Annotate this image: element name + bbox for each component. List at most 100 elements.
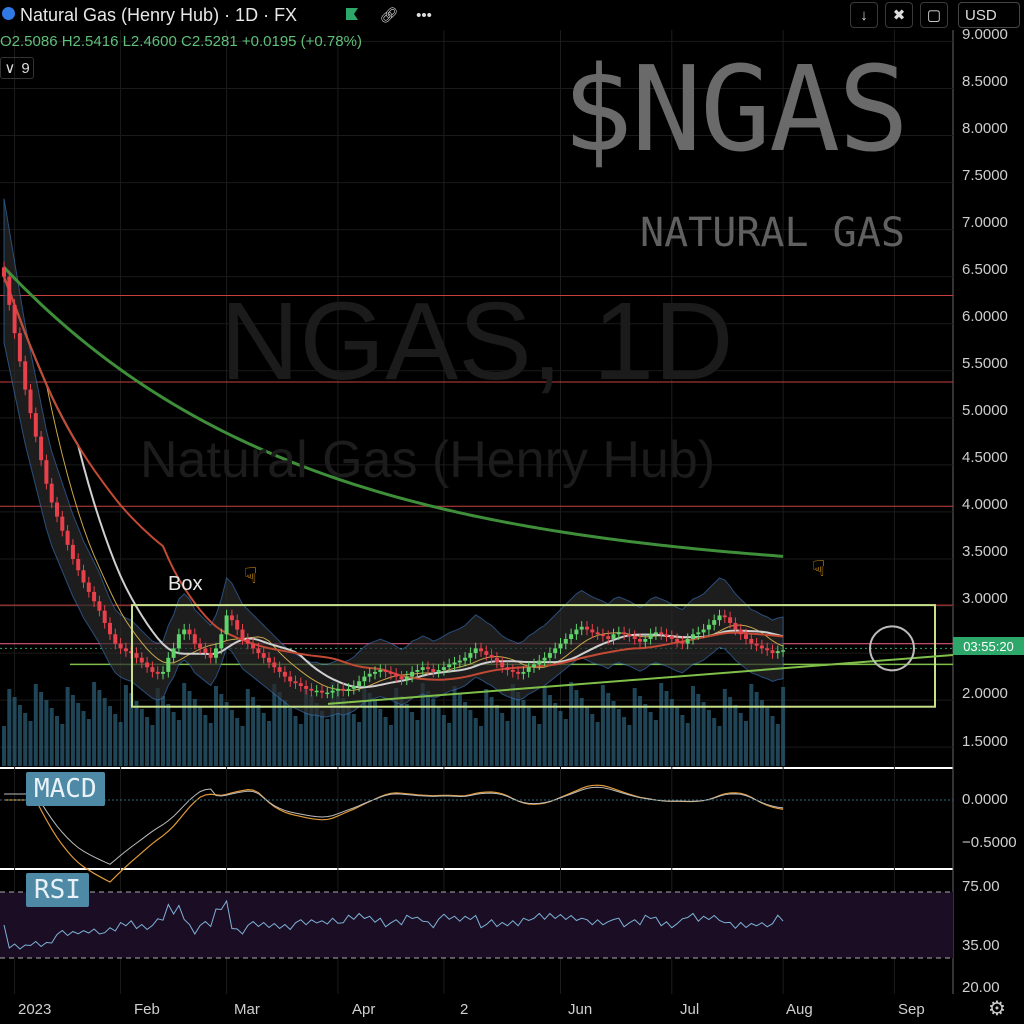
indicator-axis-label: 75.00 (962, 878, 1000, 895)
candle (298, 683, 303, 687)
candle (320, 690, 324, 693)
candle (733, 622, 738, 630)
x-tick: 2 (460, 1001, 469, 1018)
candle (643, 638, 648, 642)
candle (86, 582, 91, 592)
volume-bar (410, 712, 415, 766)
volume-bar (473, 718, 478, 766)
gear-icon[interactable]: ⚙ (988, 996, 1006, 1021)
volume-bar (23, 713, 28, 766)
candle (759, 645, 764, 649)
indicator-axis-label: 35.00 (962, 937, 1000, 954)
volume-bar (97, 690, 102, 766)
volume-bar (494, 705, 499, 766)
candle (357, 681, 362, 687)
candle (224, 615, 229, 635)
volume-bar (134, 701, 139, 766)
volume-bar (320, 711, 324, 766)
volume-bar (606, 693, 611, 766)
candle (558, 643, 563, 649)
volume-bar (542, 687, 547, 766)
candle (669, 636, 674, 639)
volume-bar (17, 705, 22, 766)
watermark-symbol: NGAS, 1D (220, 280, 734, 403)
x-tick: Aug (786, 1001, 813, 1018)
volume-bar (532, 716, 536, 766)
candle (388, 671, 393, 674)
volume-bar (118, 722, 123, 766)
candle (701, 629, 706, 633)
y-tick: 4.5000 (962, 449, 1008, 466)
candle (325, 692, 330, 695)
volume-bar (431, 699, 436, 766)
volume-bar (754, 692, 759, 766)
volume-bar (463, 702, 468, 766)
volume-bar (600, 685, 605, 766)
volume-bar (198, 707, 203, 766)
candle (659, 632, 664, 635)
volume-bar (436, 707, 441, 766)
indicator-axis-label: 20.00 (962, 979, 1000, 996)
symbol-title[interactable]: Natural Gas (Henry Hub) · 1D · FX (20, 5, 297, 26)
currency-selector[interactable]: USD (958, 2, 1020, 28)
candle (214, 648, 218, 658)
volume-bar (203, 715, 208, 766)
volume-bar (65, 687, 70, 766)
volume-bar (479, 726, 483, 766)
watermark-ticker: $NGAS (562, 40, 909, 178)
collapse-icon[interactable]: ✖︎ (885, 2, 913, 28)
volume-bar (415, 720, 420, 766)
candle (150, 667, 155, 672)
flag-icon[interactable] (345, 7, 359, 21)
candle (781, 650, 786, 652)
volume-bar (611, 701, 616, 766)
candle (426, 667, 430, 670)
volume-bar (759, 700, 764, 766)
volume-bar (744, 721, 748, 766)
x-tick: Apr (352, 1001, 376, 1018)
volume-bar (712, 718, 717, 766)
candle (267, 657, 271, 663)
more-icon[interactable]: ••• (410, 2, 438, 28)
candle (744, 634, 748, 639)
maximize-icon[interactable]: ▢ (920, 2, 948, 28)
volume-bar (219, 694, 224, 766)
volume-bar (383, 717, 388, 766)
candle (245, 638, 250, 644)
volume-bar (643, 704, 648, 766)
volume-bar (516, 692, 521, 766)
volume-bar (182, 683, 187, 766)
candle (479, 648, 483, 652)
y-tick: 5.0000 (962, 402, 1008, 419)
candle (436, 670, 441, 672)
volume-bar (696, 694, 701, 766)
volume-bar (738, 713, 743, 766)
volume-bar (102, 698, 107, 766)
candle (675, 638, 680, 642)
candle (632, 636, 637, 639)
candle (60, 516, 65, 531)
candle (638, 638, 642, 642)
volume-bar (595, 722, 600, 766)
volume-bar (585, 706, 589, 766)
volume-bar (781, 687, 786, 766)
y-tick: 8.5000 (962, 73, 1008, 90)
link-icon[interactable]: 🔗︎ (375, 2, 403, 28)
volume-bar (701, 702, 706, 766)
candle (722, 615, 727, 618)
candle (97, 601, 102, 611)
macd-label: MACD (26, 772, 105, 806)
candle (346, 688, 351, 691)
candle (696, 632, 701, 635)
arrow-down-icon[interactable]: ↓ (850, 2, 878, 28)
candle (367, 673, 372, 677)
volume-bar (468, 710, 473, 766)
rsi-label: RSI (26, 873, 89, 907)
volume-bar (267, 721, 271, 766)
candle (505, 667, 510, 671)
volume-bar (632, 688, 637, 766)
volume-bar (616, 709, 621, 766)
volume-bar (123, 685, 128, 766)
interval-selector[interactable]: ∨ 9 (0, 57, 34, 79)
candle (102, 610, 107, 623)
